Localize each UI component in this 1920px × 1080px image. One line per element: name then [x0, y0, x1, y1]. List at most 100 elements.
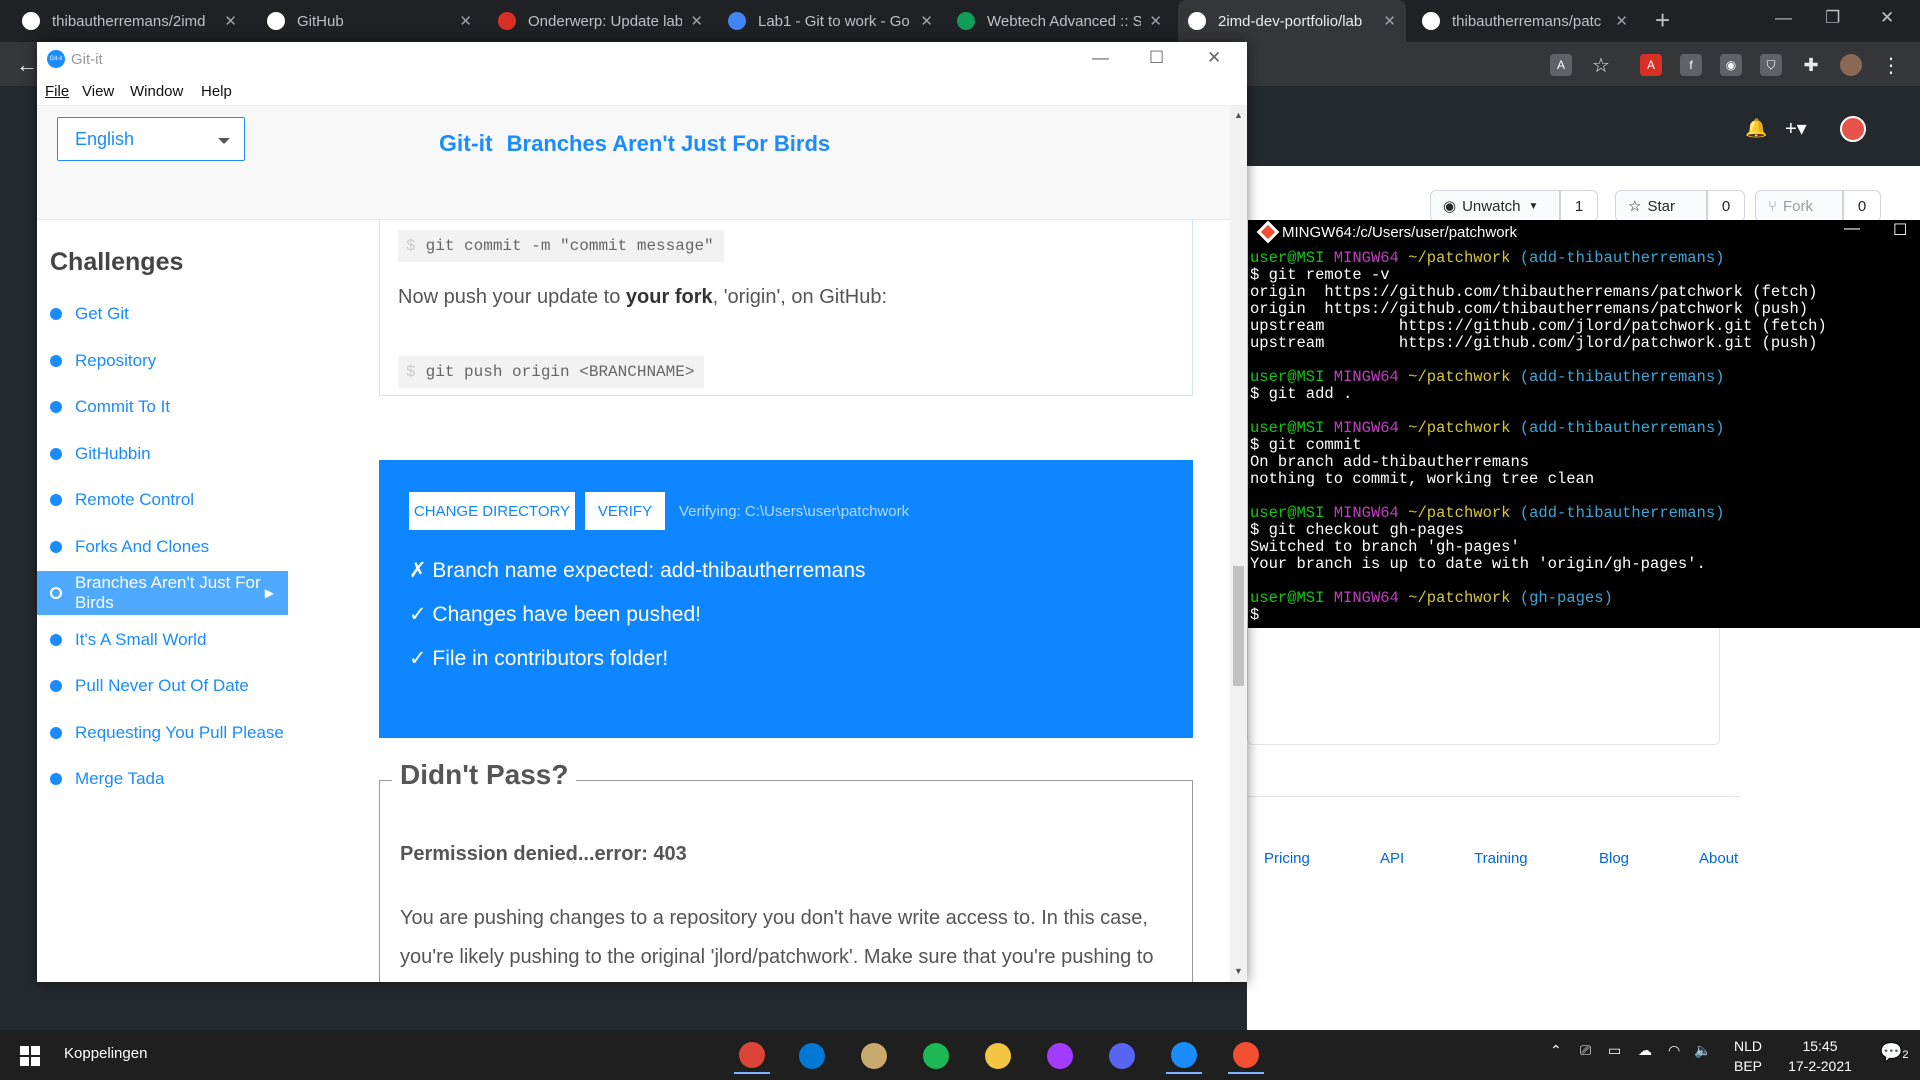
challenge-item[interactable]: Remote Control — [37, 478, 288, 522]
challenge-item[interactable]: Branches Aren't Just For Birds ▶ — [37, 571, 288, 615]
taskbar-search-label[interactable]: Koppelingen — [64, 1045, 147, 1062]
challenge-item[interactable]: Merge Tada — [37, 757, 288, 801]
bell-icon[interactable]: 🔔 — [1745, 118, 1767, 139]
extension-icon[interactable]: f — [1680, 54, 1702, 76]
shield-icon[interactable]: ⛉ — [1760, 54, 1782, 76]
browser-tab[interactable]: 2imd-dev-portfolio/lab ✕ — [1178, 0, 1406, 42]
scrollbar-thumb[interactable] — [1233, 566, 1244, 686]
fork-button[interactable]: ⑂ Fork — [1755, 190, 1843, 222]
scroll-down-icon[interactable]: ▼ — [1234, 966, 1243, 976]
volume-icon[interactable]: 🔈 — [1694, 1042, 1711, 1059]
footer-link-pricing[interactable]: Pricing — [1264, 850, 1310, 867]
notifications-icon[interactable]: 💬2 — [1880, 1042, 1909, 1063]
challenge-item[interactable]: Requesting You Pull Please — [37, 711, 288, 755]
star-count[interactable]: 0 — [1707, 190, 1745, 222]
browser-tab[interactable]: GitHub ✕ — [257, 0, 482, 42]
maximize-icon[interactable]: ☐ — [1149, 48, 1164, 68]
challenge-item[interactable]: Get Git — [37, 292, 288, 336]
back-arrow-icon[interactable]: ← — [16, 52, 38, 78]
camera-icon[interactable]: ◉ — [1720, 54, 1742, 76]
challenge-item[interactable]: Commit To It — [37, 385, 288, 429]
git-bash-icon[interactable] — [1228, 1038, 1264, 1074]
tab-label: 2imd-dev-portfolio/lab — [1218, 12, 1363, 30]
tab-close-icon[interactable]: ✕ — [224, 12, 237, 30]
challenge-item[interactable]: GitHubbin — [37, 432, 288, 476]
browser-tab[interactable]: Onderwerp: Update lab ✕ — [488, 0, 713, 42]
result-contributors: ✓ File in contributors folder! — [409, 647, 669, 670]
minimize-icon[interactable]: — — [1775, 8, 1792, 28]
challenge-item[interactable]: Pull Never Out Of Date — [37, 664, 288, 708]
browser-tab[interactable]: thibautherremans/patc ✕ — [1412, 0, 1638, 42]
challenge-item[interactable]: Forks And Clones — [37, 525, 288, 569]
chrome-icon[interactable] — [734, 1038, 770, 1074]
file-explorer-icon[interactable] — [980, 1038, 1016, 1074]
browser-tab[interactable]: Webtech Advanced :: S ✕ — [947, 0, 1172, 42]
tray-device-icon[interactable]: ⎚ — [1580, 1042, 1591, 1059]
mail-icon[interactable] — [794, 1038, 830, 1074]
star-button[interactable]: ☆ Star — [1615, 190, 1707, 222]
gitit-icon[interactable] — [1166, 1038, 1202, 1074]
tab-close-icon[interactable]: ✕ — [1383, 12, 1396, 30]
maximize-icon[interactable]: ☐ — [1893, 220, 1907, 240]
puzzle-icon[interactable]: ✚ — [1800, 54, 1822, 76]
scrollbar[interactable]: ▲ ▼ — [1230, 106, 1247, 982]
wifi-icon[interactable]: ◠ — [1668, 1042, 1680, 1059]
footer-link-api[interactable]: API — [1380, 850, 1404, 867]
tab-close-icon[interactable]: ✕ — [920, 12, 933, 30]
menu-window[interactable]: Window — [130, 83, 183, 100]
git-bash-terminal[interactable]: MINGW64:/c/Users/user/patchwork — ☐ user… — [1248, 220, 1920, 628]
bookmark-star-icon[interactable]: ☆ — [1590, 54, 1612, 77]
challenge-item[interactable]: It's A Small World — [37, 618, 288, 662]
tab-close-icon[interactable]: ✕ — [1615, 12, 1628, 30]
menu-view[interactable]: View — [82, 83, 114, 100]
challenge-item[interactable]: Repository — [37, 339, 288, 383]
taskbar-clock[interactable]: 15:45 17-2-2021 — [1770, 1036, 1870, 1076]
watch-count[interactable]: 1 — [1560, 190, 1598, 222]
scroll-up-icon[interactable]: ▲ — [1234, 110, 1243, 120]
github-icon — [22, 12, 40, 30]
plus-dropdown-icon[interactable]: +▾ — [1785, 116, 1807, 141]
language-indicator[interactable]: NLD BEP — [1728, 1036, 1768, 1076]
spotify-icon[interactable] — [918, 1038, 954, 1074]
cloud-icon[interactable]: ☁ — [1638, 1042, 1652, 1059]
tab-close-icon[interactable]: ✕ — [459, 12, 472, 30]
new-tab-button[interactable]: + — [1655, 5, 1670, 36]
terminal-output-line: $ — [1250, 606, 1260, 624]
messenger-icon[interactable] — [1042, 1038, 1078, 1074]
profile-avatar[interactable] — [1840, 54, 1862, 76]
change-directory-button[interactable]: CHANGE DIRECTORY — [409, 492, 575, 530]
footer-link-blog[interactable]: Blog — [1599, 850, 1629, 867]
restore-icon[interactable]: ❐ — [1825, 8, 1840, 28]
eye-icon: ◉ — [1443, 198, 1457, 215]
footer-link-training[interactable]: Training — [1474, 850, 1528, 867]
challenge-label: It's A Small World — [75, 629, 207, 649]
translate-icon[interactable]: A — [1550, 54, 1572, 76]
close-icon[interactable]: ✕ — [1880, 8, 1894, 28]
minimize-icon[interactable]: — — [1092, 48, 1109, 68]
terminal-output[interactable]: user@MSI MINGW64 ~/patchwork (add-thibau… — [1250, 250, 1918, 624]
footer-link-about[interactable]: About — [1699, 850, 1738, 867]
discord-icon[interactable] — [1104, 1038, 1140, 1074]
browser-tab[interactable]: thibautherremans/2imd ✕ — [12, 0, 247, 42]
menu-icon[interactable]: ⋮ — [1880, 54, 1902, 77]
windows-start-icon[interactable] — [20, 1046, 40, 1066]
tray-chevron-icon[interactable]: ⌃ — [1550, 1042, 1562, 1059]
gitit-brand[interactable]: Git-it Branches Aren't Just For Birds — [439, 130, 830, 157]
tab-close-icon[interactable]: ✕ — [690, 12, 703, 30]
fork-count[interactable]: 0 — [1843, 190, 1881, 222]
league-of-legends-icon[interactable] — [856, 1038, 892, 1074]
language-select[interactable]: English — [57, 117, 245, 161]
verify-button[interactable]: VERIFY — [585, 492, 665, 530]
pdf-extension-icon[interactable]: A — [1640, 54, 1662, 76]
close-icon[interactable]: ✕ — [1207, 48, 1221, 68]
menu-file[interactable]: File — [45, 83, 69, 100]
browser-tab[interactable]: Lab1 - Git to work - Go ✕ — [718, 0, 943, 42]
tab-close-icon[interactable]: ✕ — [1149, 12, 1162, 30]
menu-help[interactable]: Help — [201, 83, 232, 100]
user-avatar[interactable] — [1840, 116, 1866, 142]
terminal-prompt-line: user@MSI MINGW64 ~/patchwork (gh-pages) — [1250, 590, 1918, 607]
unwatch-button[interactable]: ◉ Unwatch ▼ — [1430, 190, 1560, 222]
push-text: Now push your update to — [398, 286, 626, 308]
minimize-icon[interactable]: — — [1844, 220, 1860, 238]
battery-icon[interactable]: ▭ — [1608, 1042, 1621, 1059]
